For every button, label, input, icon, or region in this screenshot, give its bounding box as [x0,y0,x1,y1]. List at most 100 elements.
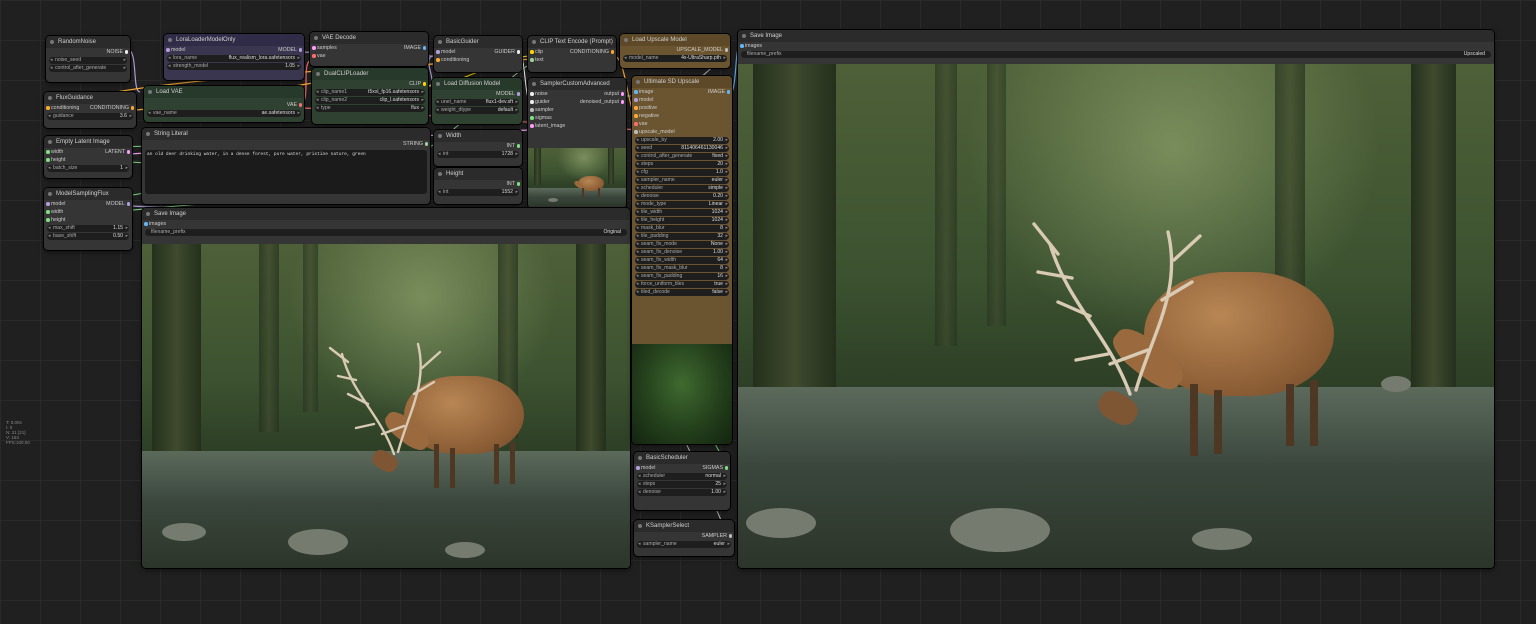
node-dual-clip-loader[interactable]: DualCLIPLoader CLIP clip_name1 t5xxl_fp16… [312,68,428,124]
widget-seam-fix-mask-blur[interactable]: seam_fix_mask_blur 8 [635,265,729,272]
widget-seam-fix-mode[interactable]: seam_fix_mode None [635,241,729,248]
node-empty-latent-image[interactable]: Empty Latent Image width LATENT height b… [44,136,132,178]
weight-dtype-widget[interactable]: weight_dtype default [435,107,519,114]
model-output[interactable]: MODEL [432,90,522,98]
widget-cfg[interactable]: cfg 1.0 [635,169,729,176]
unet-name-widget[interactable]: unet_name flux1-dev.sft [435,99,519,106]
height-input[interactable]: height [44,156,132,164]
node-title[interactable]: FluxGuidance [44,92,136,104]
prompt-textarea[interactable]: an old deer drinking water, in a dense f… [145,150,427,194]
node-title[interactable]: BasicGuider [434,36,522,48]
image-output[interactable]: IMAGE [708,88,732,96]
widget-tile-height[interactable]: tile_height 1024 [635,217,729,224]
node-title[interactable]: Load Upscale Model [620,34,730,46]
noise-input[interactable]: noise [528,90,548,98]
model-output[interactable]: MODEL [278,46,304,54]
node-flux-guidance[interactable]: FluxGuidance conditioning CONDITIONING g… [44,92,136,128]
text-input[interactable]: text [528,56,616,64]
steps-widget[interactable]: steps 25 [637,481,727,488]
model-input[interactable]: model [164,46,185,54]
node-width[interactable]: Width INT int 1728 [434,130,522,166]
vae-input[interactable]: vae [310,52,428,60]
model-input[interactable]: model [434,48,455,56]
widget-denoise[interactable]: denoise 0.20 [635,193,729,200]
node-load-diffusion-model[interactable]: Load Diffusion Model MODEL unet_name flux… [432,78,522,124]
strength-model-widget[interactable]: strength_model 1.05 [167,63,301,70]
widget-seed[interactable]: seed 811406461130046 [635,145,729,152]
node-title[interactable]: Save Image [738,30,1494,42]
node-save-image-upscaled[interactable]: Save Image images filename_prefix Upscale… [738,30,1494,568]
clip-name2-widget[interactable]: clip_name2 clip_l.safetensors [315,97,425,104]
width-int-widget[interactable]: int 1728 [437,151,519,158]
widget-scheduler[interactable]: scheduler simple [635,185,729,192]
widget-mode-type[interactable]: mode_type Linear [635,201,729,208]
conditioning-output[interactable]: CONDITIONING [90,104,136,112]
images-input[interactable]: images [142,220,630,228]
node-load-upscale-model[interactable]: Load Upscale Model UPSCALE_MODEL model_n… [620,34,730,68]
filename-prefix-widget[interactable]: filename_prefix Original [145,229,627,236]
denoise-widget[interactable]: denoise 1.00 [637,489,727,496]
guider-output[interactable]: GUIDER [494,48,522,56]
node-title[interactable]: LoraLoaderModelOnly [164,34,304,46]
sampler-name-widget[interactable]: sampler_name euler [637,541,731,548]
max-shift-widget[interactable]: max_shift 1.15 [47,225,129,232]
samples-input[interactable]: samples [310,44,337,52]
image-output[interactable]: IMAGE [404,44,428,52]
sampler-output[interactable]: SAMPLER [634,532,734,540]
widget-mask-blur[interactable]: mask_blur 8 [635,225,729,232]
node-title[interactable]: String Literal [142,128,430,140]
node-vae-decode[interactable]: VAE Decode samples IMAGE vae [310,32,428,66]
sigmas-input[interactable]: sigmas [528,114,626,122]
latent-image-input[interactable]: latent_image [528,122,626,130]
node-title[interactable]: KSamplerSelect [634,520,734,532]
widget-seam-fix-width[interactable]: seam_fix_width 64 [635,257,729,264]
widget-seam-fix-padding[interactable]: seam_fix_padding 16 [635,273,729,280]
clip-output[interactable]: CLIP [312,80,428,88]
node-title[interactable]: Load VAE [144,86,304,98]
node-title[interactable]: SamplerCustomAdvanced [528,78,626,90]
widget-tiled-decode[interactable]: tiled_decode false [635,289,729,296]
node-title[interactable]: Load Diffusion Model [432,78,522,90]
width-input[interactable]: width [44,208,132,216]
node-title[interactable]: Save Image [142,208,630,220]
node-title[interactable]: Ultimate SD Upscale [632,76,732,88]
sampler-input[interactable]: sampler [528,106,626,114]
int-output[interactable]: INT [434,142,522,150]
batch-size-widget[interactable]: batch_size 1 [47,165,129,172]
upscale-model-input[interactable]: upscale_model [632,128,732,136]
images-input[interactable]: images [738,42,1494,50]
guider-input[interactable]: guider [528,98,550,106]
lora-name-widget[interactable]: lora_name flux_realism_lora.safetensors [167,55,301,62]
node-title[interactable]: Width [434,130,522,142]
clip-input[interactable]: clip [528,48,543,56]
noise-seed-widget[interactable]: noise_seed784732266173998 [49,57,127,64]
sigmas-output[interactable]: SIGMAS [702,464,730,472]
node-title[interactable]: ModelSamplingFlux [44,188,132,200]
node-sampler-custom-advanced[interactable]: SamplerCustomAdvanced noise output guide… [528,78,626,208]
node-clip-text-encode[interactable]: CLIP Text Encode (Prompt) clip CONDITION… [528,36,616,72]
filename-prefix-widget[interactable]: filename_prefix Upscaled [741,51,1491,58]
output-output[interactable]: output [604,90,626,98]
widget-steps[interactable]: steps 20 [635,161,729,168]
widget-force-uniform-tiles[interactable]: force_uniform_tiles true [635,281,729,288]
type-widget[interactable]: type flux [315,105,425,112]
node-load-vae[interactable]: Load VAE VAE vae_name ae.safetensors [144,86,304,122]
denoised-output[interactable]: denoised_output [580,98,626,106]
node-title[interactable]: CLIP Text Encode (Prompt) [528,36,616,48]
model-output[interactable]: MODEL [106,200,132,208]
width-input[interactable]: width [44,148,63,156]
image-input[interactable]: image [632,88,653,96]
node-title[interactable]: BasicScheduler [634,452,730,464]
node-ultimate-sd-upscale[interactable]: Ultimate SD Upscale image IMAGE model po… [632,76,732,444]
base-shift-widget[interactable]: base_shift 0.50 [47,233,129,240]
node-title[interactable]: VAE Decode [310,32,428,44]
model-input[interactable]: model [632,96,732,104]
node-random-noise[interactable]: RandomNoise NOISE noise_seed784732266173… [46,36,130,82]
vae-name-widget[interactable]: vae_name ae.safetensors [147,110,301,117]
positive-input[interactable]: positive [632,104,732,112]
scheduler-widget[interactable]: scheduler normal [637,473,727,480]
node-save-image-original[interactable]: Save Image images filename_prefix Origina… [142,208,630,568]
widget-upscale-by[interactable]: upscale_by 2.00 [635,137,729,144]
height-int-widget[interactable]: int 1552 [437,189,519,196]
string-output[interactable]: STRING [142,140,430,148]
